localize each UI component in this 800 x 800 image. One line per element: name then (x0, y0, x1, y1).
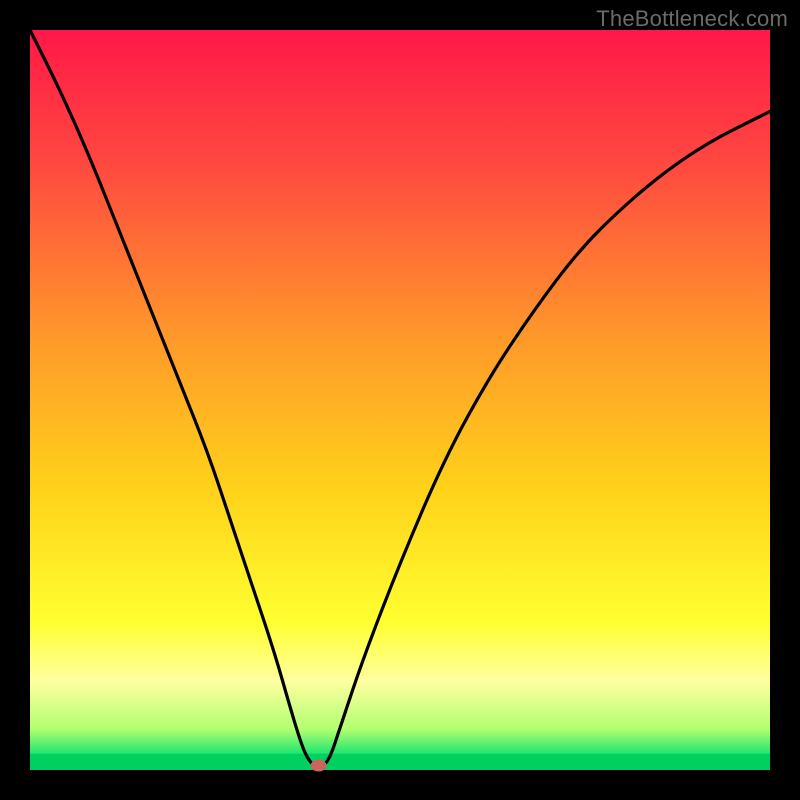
watermark-text: TheBottleneck.com (596, 6, 788, 32)
chart-frame: TheBottleneck.com (0, 0, 800, 800)
bottleneck-marker (311, 760, 327, 772)
bottleneck-chart (0, 0, 800, 800)
footer-green-band (30, 754, 770, 770)
plot-background (30, 30, 770, 770)
